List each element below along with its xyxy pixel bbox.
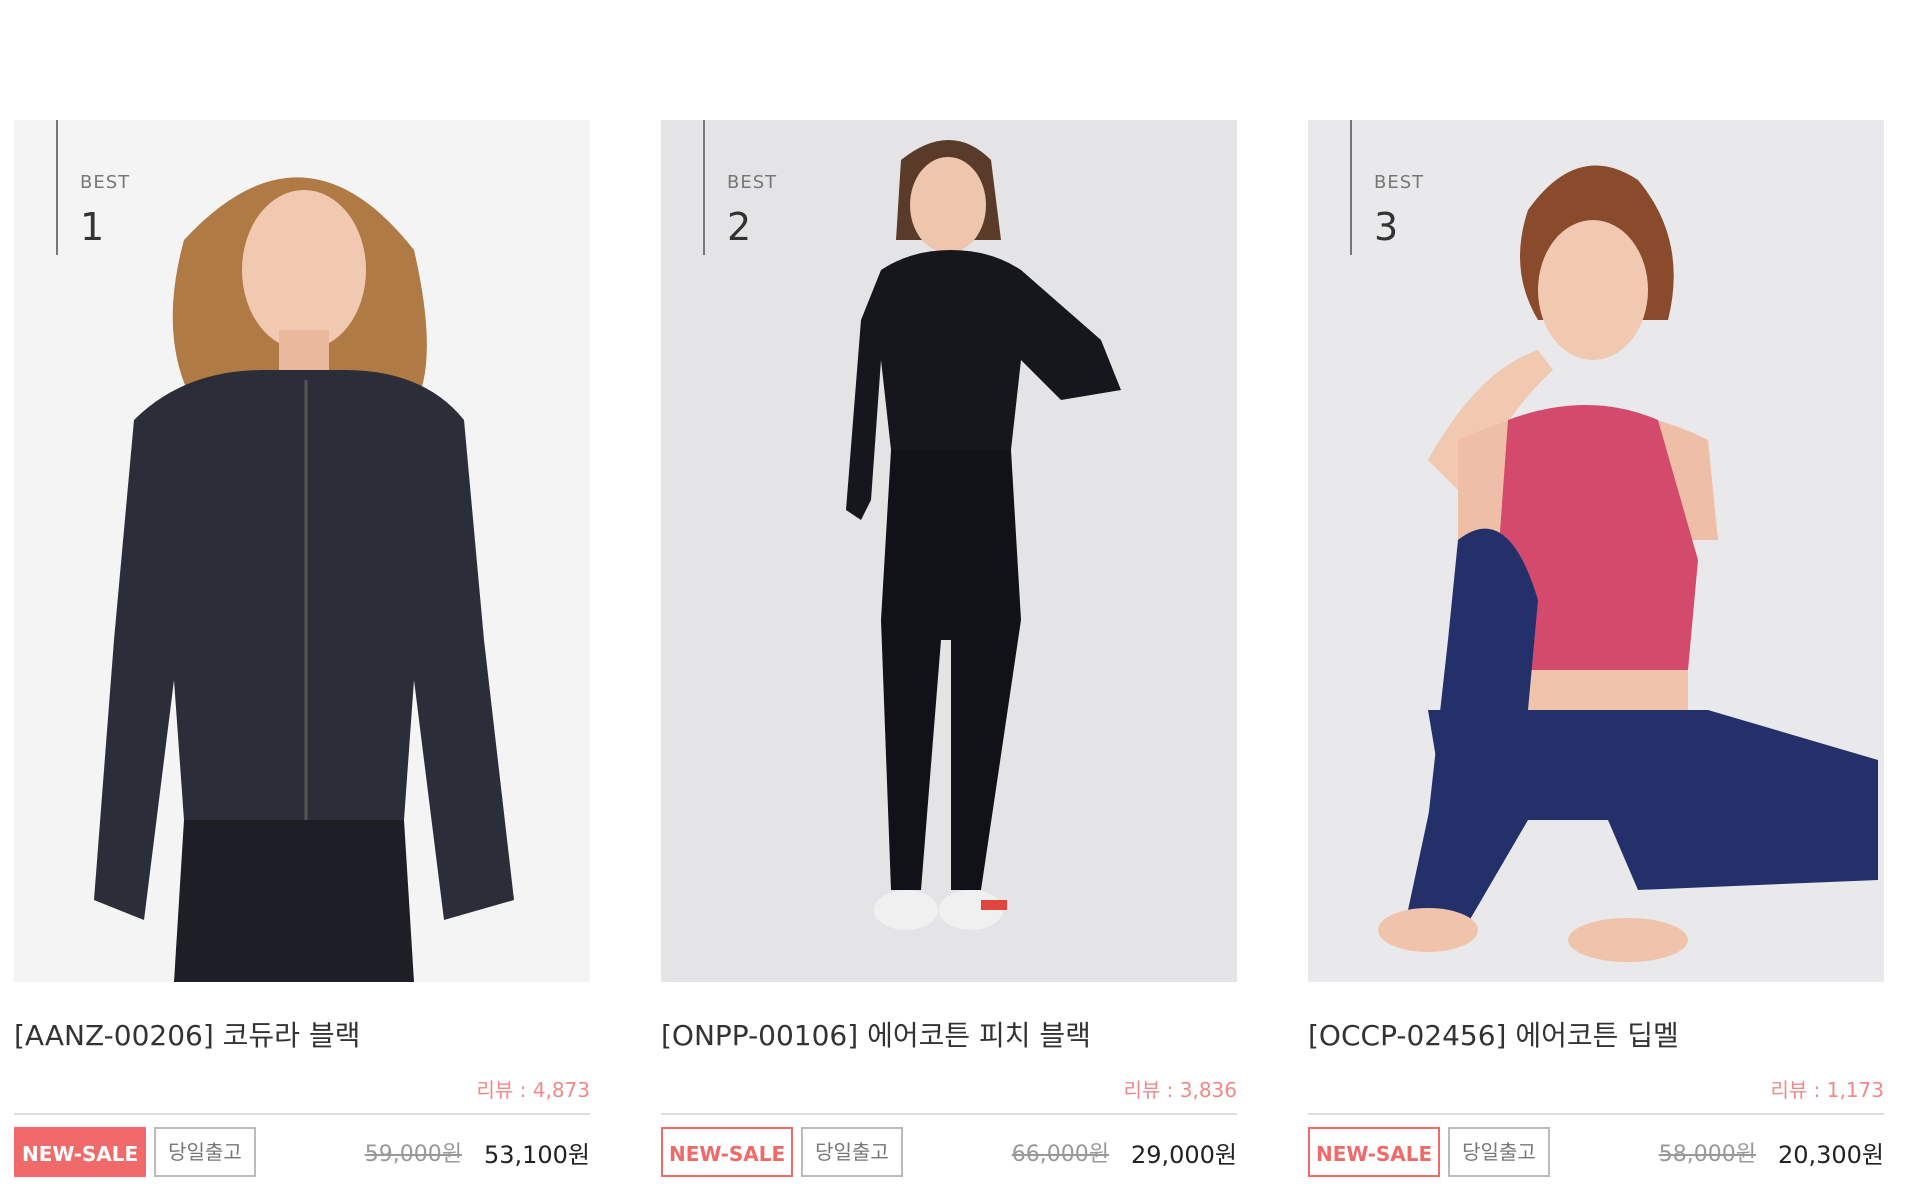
price-row: NEW-SALE 당일출고 59,000원 53,100원 (14, 1127, 590, 1177)
product-image[interactable]: BEST 3 (1308, 120, 1884, 982)
new-sale-badge: NEW-SALE (1308, 1127, 1441, 1177)
original-price: 66,000원 (1011, 1142, 1109, 1167)
product-title[interactable]: [AANZ-00206] 코듀라 블랙 (14, 1014, 590, 1054)
new-sale-badge: NEW-SALE (661, 1127, 794, 1177)
rank-marker: BEST 2 (703, 120, 777, 255)
price-row: NEW-SALE 당일출고 58,000원 20,300원 (1308, 1127, 1884, 1177)
product-title[interactable]: [ONPP-00106] 에어코튼 피치 블랙 (661, 1014, 1237, 1054)
rank-marker: BEST 3 (1350, 120, 1424, 255)
divider (14, 1113, 590, 1115)
same-day-shipping-badge: 당일출고 (801, 1127, 903, 1177)
original-price: 58,000원 (1658, 1142, 1756, 1167)
product-image[interactable]: BEST 2 (661, 120, 1237, 982)
rank-marker: BEST 1 (56, 120, 130, 255)
prices: 59,000원 53,100원 (365, 1135, 590, 1170)
prices: 58,000원 20,300원 (1659, 1135, 1884, 1170)
divider (661, 1113, 1237, 1115)
review-count: 리뷰 : 4,873 (476, 1078, 590, 1102)
rank-label: BEST (80, 172, 131, 193)
review-count: 리뷰 : 3,836 (1123, 1078, 1237, 1102)
price-row: NEW-SALE 당일출고 66,000원 29,000원 (661, 1127, 1237, 1177)
rank-number: 1 (80, 205, 105, 249)
product-card[interactable]: BEST 1 [AANZ-00206] 코듀라 블랙 리뷰 : 4,873 NE… (14, 120, 590, 1177)
rank-label: BEST (1374, 172, 1425, 193)
sale-price: 53,100원 (483, 1140, 590, 1169)
same-day-shipping-badge: 당일출고 (154, 1127, 256, 1177)
same-day-shipping-badge: 당일출고 (1448, 1127, 1550, 1177)
review-count: 리뷰 : 1,173 (1770, 1078, 1884, 1102)
rank-number: 3 (1374, 205, 1399, 249)
rank-number: 2 (727, 205, 752, 249)
original-price: 59,000원 (364, 1142, 462, 1167)
divider (1308, 1113, 1884, 1115)
prices: 66,000원 29,000원 (1012, 1135, 1237, 1170)
product-card[interactable]: BEST 2 [ONPP-00106] 에어코튼 피치 블랙 리뷰 : 3,83… (661, 120, 1237, 1177)
sale-price: 29,000원 (1130, 1140, 1237, 1169)
product-title[interactable]: [OCCP-02456] 에어코튼 딥멜 (1308, 1014, 1884, 1054)
product-card[interactable]: BEST 3 [OCCP-02456] 에어코튼 딥멜 리뷰 : 1,173 N… (1308, 120, 1884, 1177)
best-products-grid: BEST 1 [AANZ-00206] 코듀라 블랙 리뷰 : 4,873 NE… (14, 120, 1884, 1177)
sale-price: 20,300원 (1777, 1140, 1884, 1169)
new-sale-badge: NEW-SALE (14, 1127, 147, 1177)
product-image[interactable]: BEST 1 (14, 120, 590, 982)
rank-label: BEST (727, 172, 778, 193)
